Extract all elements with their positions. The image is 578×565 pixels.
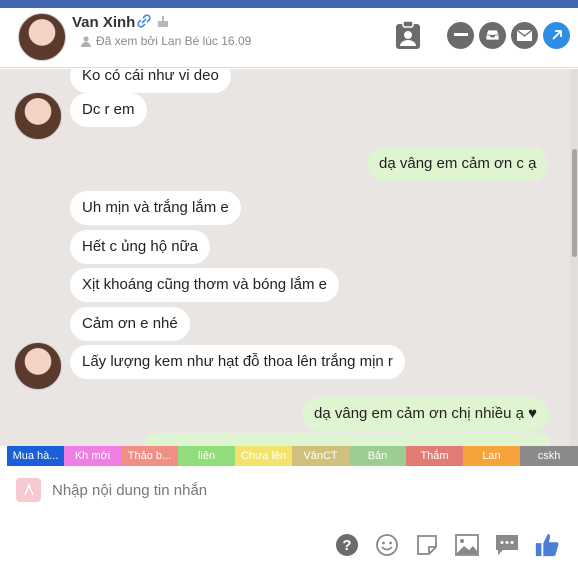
chat-header: Van Xinh Đã xem bởi Lan Bé lúc 16.09 xyxy=(0,8,578,68)
message-bubble: Lấy lượng kem như hạt đỗ thoa lên trắng … xyxy=(70,345,405,379)
contact-avatar-small[interactable] xyxy=(14,92,62,140)
tag-bar: Mua hà... Kh mới Thảo b... liên Chưa lên… xyxy=(7,446,578,466)
message-bubble: Cảm ơn e nhé xyxy=(70,307,190,341)
svg-text:?: ? xyxy=(342,537,351,554)
emoji-icon[interactable] xyxy=(374,532,400,558)
tag-chua-len[interactable]: Chưa lên xyxy=(235,446,292,466)
message-bubble: Hết c ủng hộ nữa xyxy=(70,230,210,264)
scrollbar-thumb[interactable] xyxy=(572,149,577,257)
message-bubble: Xịt khoáng cũng thơm và bóng lắm e xyxy=(70,268,339,302)
message-bubble: Ko có cái như vi deo xyxy=(70,69,231,93)
seen-status: Đã xem bởi Lan Bé lúc 16.09 xyxy=(80,34,251,48)
message-composer: ? xyxy=(0,466,578,565)
inbox-icon xyxy=(485,29,500,41)
contact-name[interactable]: Van Xinh xyxy=(72,14,135,31)
minimize-button[interactable] xyxy=(447,21,474,49)
message-bubble-own: dạ vâng em cảm ơn c ạ xyxy=(367,147,549,181)
tag-lien[interactable]: liên xyxy=(178,446,235,466)
contact-avatar-small[interactable] xyxy=(14,342,62,390)
user-icon xyxy=(81,36,91,47)
message-bubble-partial xyxy=(145,433,550,446)
help-icon[interactable]: ? xyxy=(334,532,360,558)
sticker-icon[interactable] xyxy=(414,532,440,558)
mail-icon xyxy=(517,29,532,41)
tag-kh-moi[interactable]: Kh mới xyxy=(64,446,121,466)
message-input[interactable] xyxy=(52,478,532,502)
message-bubble: Dc r em xyxy=(70,93,147,127)
tag-lan[interactable]: Lan xyxy=(463,446,520,466)
tag-vanct[interactable]: VânCT xyxy=(292,446,349,466)
name-badges xyxy=(136,13,170,29)
mail-button[interactable] xyxy=(511,21,538,49)
header-actions xyxy=(394,20,570,50)
seen-text: Đã xem bởi Lan Bé lúc 16.09 xyxy=(96,34,252,48)
like-icon[interactable] xyxy=(534,532,560,558)
chat-dots-icon[interactable] xyxy=(494,532,520,558)
message-bubble: Uh mịn và trắng lắm e xyxy=(70,191,241,225)
top-bar xyxy=(0,0,578,8)
clipboard-user-icon[interactable] xyxy=(394,20,422,50)
inbox-button[interactable] xyxy=(479,21,506,49)
image-icon[interactable] xyxy=(454,532,480,558)
link-icon xyxy=(137,14,151,28)
scrollbar[interactable] xyxy=(570,69,578,446)
tag-tham[interactable]: Thắm xyxy=(406,446,463,466)
tag-mua-hang[interactable]: Mua hà... xyxy=(7,446,64,466)
sticker-picker-icon[interactable] xyxy=(16,478,41,502)
message-bubble-own: dạ vâng em cảm ơn chị nhiều ạ ♥ xyxy=(302,397,550,431)
open-external-icon xyxy=(551,30,562,40)
birthday-cake-icon xyxy=(158,16,168,27)
contact-avatar[interactable] xyxy=(18,13,66,61)
tag-thao-b[interactable]: Thảo b... xyxy=(121,446,178,466)
message-list[interactable]: Ko có cái như vi deo Dc r em dạ vâng em … xyxy=(0,69,578,446)
composer-tools: ? xyxy=(334,532,560,558)
tag-ban[interactable]: Bản xyxy=(349,446,406,466)
tag-cskh[interactable]: cskh xyxy=(520,446,578,466)
open-external-button[interactable] xyxy=(543,21,570,49)
minimize-icon xyxy=(453,33,468,36)
